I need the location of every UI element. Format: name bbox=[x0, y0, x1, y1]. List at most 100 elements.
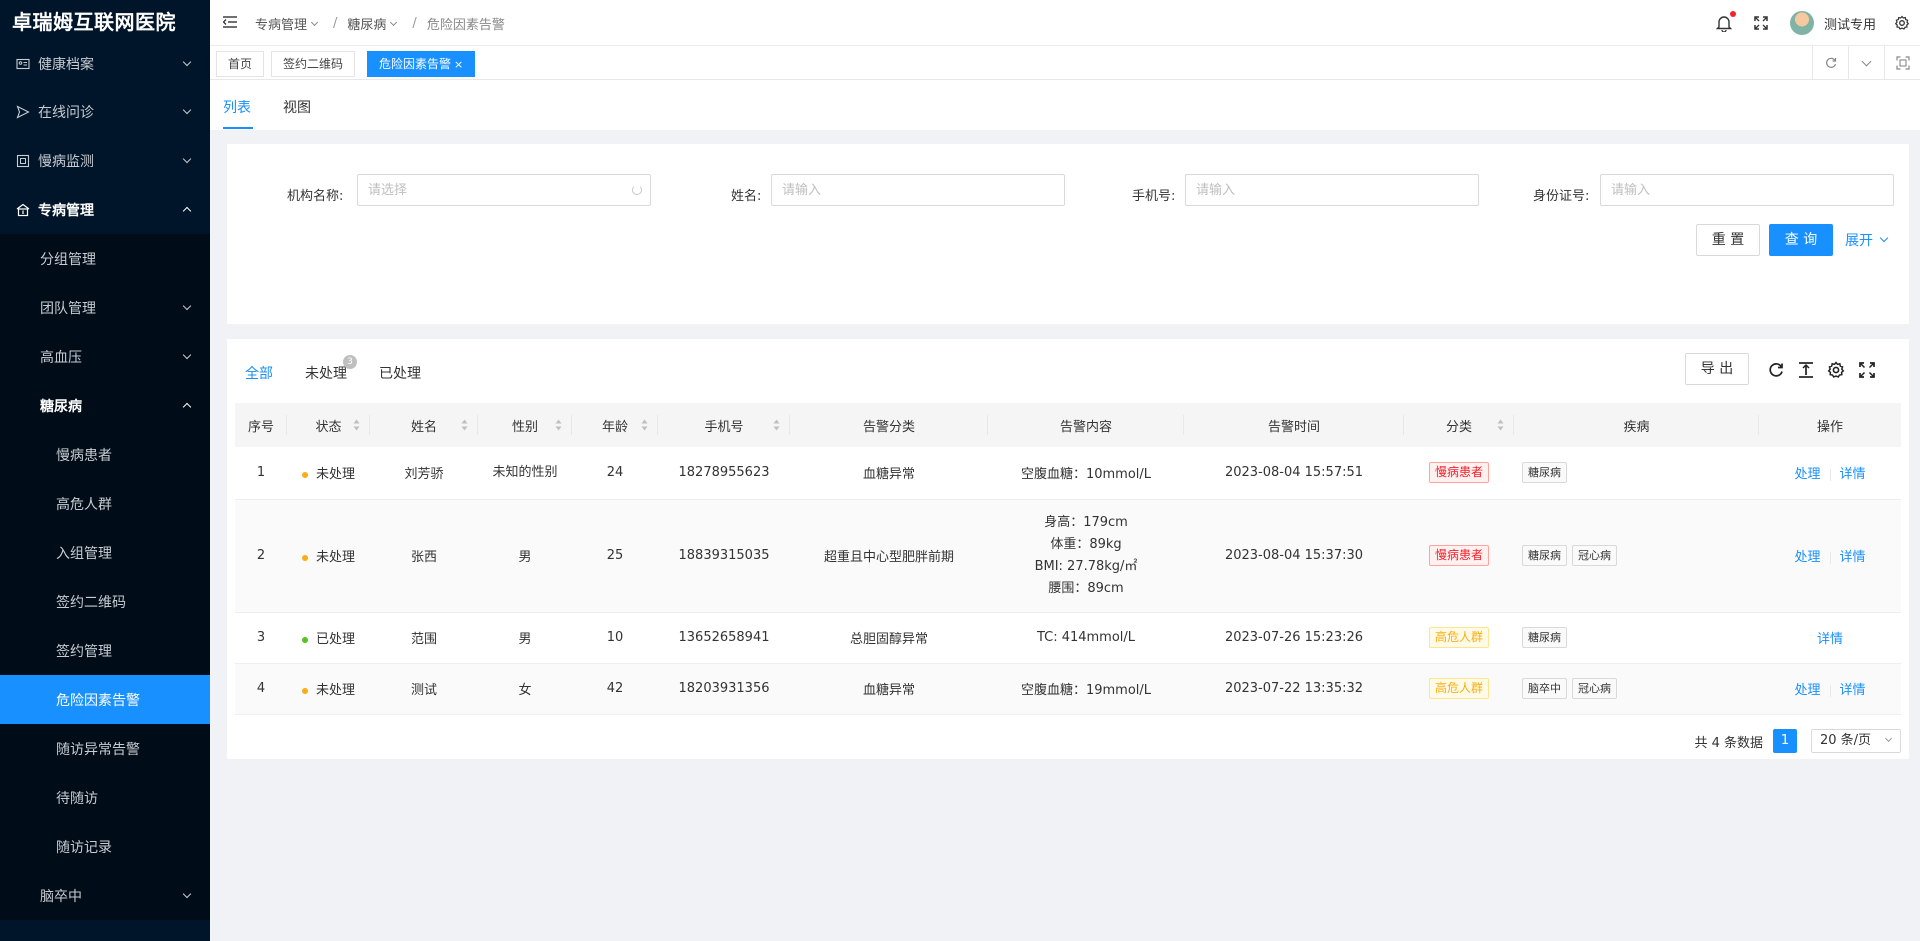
bell-icon[interactable] bbox=[1715, 11, 1736, 32]
alert-time-cell: 2023-08-04 15:37:30 bbox=[1184, 499, 1404, 613]
sidebar-item-diabetes[interactable]: 糖尿病 bbox=[0, 381, 210, 430]
tag-risk-alert[interactable]: 危险因素告警 × bbox=[367, 51, 476, 77]
detail-link[interactable]: 详情 bbox=[1817, 632, 1843, 647]
settings-gear-icon[interactable] bbox=[1894, 15, 1910, 31]
tab-view[interactable]: 视图 bbox=[283, 97, 311, 117]
tag-label: 危险因素告警 bbox=[379, 57, 452, 71]
content-line: 体重：89kg bbox=[1050, 536, 1122, 552]
id-number-input[interactable] bbox=[1600, 174, 1894, 206]
sort-icon[interactable] bbox=[353, 419, 360, 431]
name-label: 姓名: bbox=[731, 189, 762, 204]
sidebar-item-enrollment[interactable]: 入组管理 bbox=[0, 528, 210, 577]
sidebar-item-high-risk[interactable]: 高危人群 bbox=[0, 479, 210, 528]
org-select[interactable] bbox=[357, 174, 651, 206]
process-link[interactable]: 处理 bbox=[1794, 550, 1820, 565]
column-header: 操作 bbox=[1759, 403, 1901, 447]
sidebar-item-group-management[interactable]: 分组管理 bbox=[0, 234, 210, 283]
sidebar-item-followup-alert[interactable]: 随访异常告警 bbox=[0, 724, 210, 773]
sidebar-item-online-consult[interactable]: 在线问诊 bbox=[0, 87, 210, 136]
status-dot bbox=[301, 636, 308, 643]
process-link[interactable]: 处理 bbox=[1794, 683, 1820, 698]
menu-fold-icon[interactable] bbox=[223, 16, 237, 28]
sort-icon[interactable] bbox=[641, 419, 648, 431]
column-header[interactable]: 年龄 bbox=[572, 403, 658, 447]
column-header[interactable]: 状态 bbox=[287, 403, 370, 447]
sidebar-item-label: 入组管理 bbox=[56, 545, 112, 562]
name-cell: 范围 bbox=[370, 612, 478, 664]
column-header: 告警时间 bbox=[1184, 403, 1404, 447]
tag-home[interactable]: 首页 bbox=[216, 51, 265, 77]
settings-icon[interactable] bbox=[1827, 361, 1845, 379]
sidebar-item-chronic-patients[interactable]: 慢病患者 bbox=[0, 430, 210, 479]
column-header[interactable]: 性别 bbox=[478, 403, 572, 447]
detail-link[interactable]: 详情 bbox=[1840, 550, 1866, 565]
sidebar-item-chronic-monitor[interactable]: 慢病监测 bbox=[0, 136, 210, 185]
tab-all[interactable]: 全部 bbox=[245, 363, 273, 383]
page-size-select[interactable]: 20 条/页 bbox=[1811, 729, 1901, 753]
close-icon[interactable]: × bbox=[454, 58, 463, 71]
page-number-button[interactable]: 1 bbox=[1773, 729, 1797, 753]
ops-cell: 处理 详情 bbox=[1759, 499, 1901, 613]
tab-unprocessed[interactable]: 未处理 3 bbox=[305, 355, 357, 383]
breadcrumb-item[interactable]: 糖尿病 bbox=[347, 14, 402, 33]
breadcrumb: 专病管理 / 糖尿病 / 危险因素告警 bbox=[255, 14, 505, 33]
sidebar-item-special-disease[interactable]: 专病管理 bbox=[0, 185, 210, 234]
query-button[interactable]: 查 询 bbox=[1769, 224, 1833, 256]
disease-cell: 糖尿病 bbox=[1514, 447, 1759, 500]
sidebar-item-hypertension[interactable]: 高血压 bbox=[0, 332, 210, 381]
refresh-icon[interactable] bbox=[1767, 361, 1785, 379]
user-name[interactable]: 测试专用 bbox=[1824, 14, 1876, 33]
fullscreen-icon[interactable] bbox=[1858, 361, 1876, 379]
detail-link[interactable]: 详情 bbox=[1840, 467, 1866, 482]
reset-button[interactable]: 重 置 bbox=[1696, 224, 1760, 256]
sidebar-item-label: 在线问诊 bbox=[38, 104, 94, 121]
disease-tag: 脑卒中 bbox=[1522, 678, 1567, 699]
avatar[interactable] bbox=[1789, 11, 1814, 35]
column-header[interactable]: 分类 bbox=[1404, 403, 1514, 447]
process-link[interactable]: 处理 bbox=[1794, 467, 1820, 482]
detail-link[interactable]: 详情 bbox=[1840, 683, 1866, 698]
sort-icon[interactable] bbox=[461, 419, 468, 431]
sidebar-item-label: 待随访 bbox=[56, 790, 98, 807]
sidebar-item-health-records[interactable]: 健康档案 bbox=[0, 39, 210, 88]
sidebar-item-risk-alert[interactable]: 危险因素告警 bbox=[0, 675, 210, 724]
breadcrumb-item[interactable]: 专病管理 bbox=[255, 14, 323, 33]
export-button[interactable]: 导 出 bbox=[1685, 353, 1749, 385]
chevron-down-icon bbox=[182, 154, 192, 164]
tag-sign-qrcode[interactable]: 签约二维码 bbox=[271, 51, 356, 77]
tab-processed[interactable]: 已处理 bbox=[379, 363, 421, 383]
tab-list[interactable]: 列表 bbox=[223, 97, 251, 117]
sidebar-item-label: 高危人群 bbox=[56, 496, 112, 513]
phone-label: 手机号: bbox=[1132, 189, 1176, 204]
column-height-icon[interactable] bbox=[1797, 361, 1815, 379]
sort-icon[interactable] bbox=[1497, 419, 1504, 431]
sidebar-item-sign-qrcode[interactable]: 签约二维码 bbox=[0, 577, 210, 626]
phone-cell: 18839315035 bbox=[658, 499, 790, 613]
name-input[interactable] bbox=[771, 174, 1065, 206]
refresh-tab-button[interactable] bbox=[1812, 46, 1848, 80]
maximize-button[interactable] bbox=[1884, 46, 1920, 80]
phone-input[interactable] bbox=[1185, 174, 1479, 206]
sidebar-item-sign-management[interactable]: 签约管理 bbox=[0, 626, 210, 675]
column-header[interactable]: 手机号 bbox=[658, 403, 790, 447]
alert-type-cell: 超重且中心型肥胖前期 bbox=[790, 499, 988, 613]
expand-link[interactable]: 展开 bbox=[1845, 230, 1889, 250]
status-dot bbox=[301, 687, 308, 694]
count-badge: 3 bbox=[343, 355, 357, 369]
fullscreen-icon[interactable] bbox=[1754, 16, 1768, 30]
sidebar-item-pending-followup[interactable]: 待随访 bbox=[0, 773, 210, 822]
chevron-down-icon bbox=[182, 105, 192, 115]
sidebar-item-team-management[interactable]: 团队管理 bbox=[0, 283, 210, 332]
disease-tag: 糖尿病 bbox=[1522, 462, 1567, 484]
loading-icon bbox=[632, 185, 642, 195]
category-cell: 高危人群 bbox=[1404, 612, 1514, 664]
alert-content-cell: 空腹血糖：19mmol/L bbox=[988, 663, 1184, 715]
sidebar-item-stroke[interactable]: 脑卒中 bbox=[0, 871, 210, 920]
disease-tag: 冠心病 bbox=[1572, 545, 1617, 566]
sort-icon[interactable] bbox=[773, 419, 780, 431]
tabs-dropdown-button[interactable] bbox=[1848, 46, 1884, 80]
column-header[interactable]: 姓名 bbox=[370, 403, 478, 447]
sidebar-item-followup-records[interactable]: 随访记录 bbox=[0, 822, 210, 871]
disease-cell: 糖尿病 bbox=[1514, 612, 1759, 664]
sort-icon[interactable] bbox=[555, 419, 562, 431]
